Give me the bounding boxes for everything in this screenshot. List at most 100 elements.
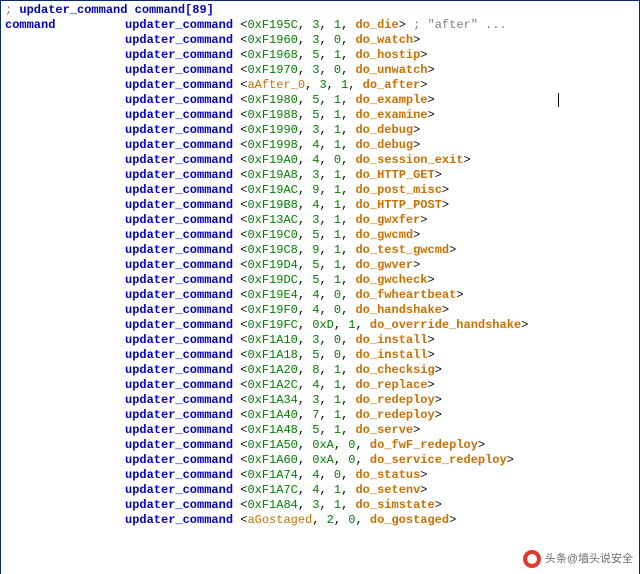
disassembly-listing[interactable]: ; updater_command command[89] commandupd… [0,0,640,574]
command-row[interactable]: updater_command <0xF1A10, 3, 0, do_insta… [5,333,635,348]
handler-function: do_redeploy [355,393,434,407]
struct-type-label: updater_command [125,198,233,212]
address-literal: 0xF19D4 [247,258,297,272]
handler-function: do_watch [355,33,413,47]
command-row[interactable]: updater_command <0xF1A18, 5, 0, do_insta… [5,348,635,363]
arg-b: 1 [334,423,341,437]
struct-type-label: updater_command [125,183,233,197]
command-row[interactable]: updater_command <0xF19E4, 4, 0, do_fwhea… [5,288,635,303]
watermark-overlay: 头条@墙头说安全 [523,550,633,568]
struct-type-label: updater_command [125,333,233,347]
address-literal: 0xF19F0 [247,303,297,317]
struct-type-label: updater_command [125,93,233,107]
handler-function: do_example [355,93,427,107]
command-row[interactable]: updater_command <0xF1980, 5, 1, do_examp… [5,93,635,108]
command-row[interactable]: updater_command <0xF19C0, 5, 1, do_gwcmd… [5,228,635,243]
handler-function: do_gwcmd [355,228,413,242]
struct-type-label: updater_command [125,303,233,317]
command-row[interactable]: updater_command <0xF1A34, 3, 1, do_redep… [5,393,635,408]
command-row[interactable]: updater_command <0xF19D4, 5, 1, do_gwver… [5,258,635,273]
text-caret [558,93,559,107]
arg-b: 0 [334,63,341,77]
struct-type-label: updater_command [125,33,233,47]
struct-type-label: updater_command [125,138,233,152]
handler-function: do_handshake [355,303,441,317]
address-literal: 0xF1990 [247,123,297,137]
arg-b: 0 [334,333,341,347]
address-literal: 0xF1A7C [247,483,297,497]
address-literal: 0xF195C [247,18,297,32]
command-row[interactable]: commandupdater_command <0xF195C, 3, 1, d… [5,18,635,33]
command-row[interactable]: updater_command <0xF1A74, 4, 0, do_statu… [5,468,635,483]
command-row[interactable]: updater_command <aAfter_0, 3, 1, do_afte… [5,78,635,93]
command-row[interactable]: updater_command <0xF1960, 3, 0, do_watch… [5,33,635,48]
arg-b: 1 [334,183,341,197]
address-literal: 0xF1970 [247,63,297,77]
handler-function: do_unwatch [355,63,427,77]
command-row[interactable]: updater_command <0xF1A84, 3, 1, do_simst… [5,498,635,513]
address-literal: 0xF1A34 [247,393,297,407]
address-literal: 0xF1A10 [247,333,297,347]
command-row[interactable]: updater_command <0xF19F0, 4, 0, do_hands… [5,303,635,318]
command-row[interactable]: updater_command <0xF13AC, 3, 1, do_gwxfe… [5,213,635,228]
command-list: commandupdater_command <0xF195C, 3, 1, d… [5,18,635,528]
struct-type-label: updater_command [125,468,233,482]
command-row[interactable]: updater_command <0xF1A20, 8, 1, do_check… [5,363,635,378]
address-literal: 0xF1A60 [247,453,297,467]
handler-function: do_HTTP_POST [355,198,441,212]
struct-type-label: updater_command [125,438,233,452]
inline-comment: ; "after" ... [406,18,507,32]
address-literal: 0xF1A50 [247,438,297,452]
handler-function: do_simstate [355,498,434,512]
command-row[interactable]: updater_command <0xF1A60, 0xA, 0, do_ser… [5,453,635,468]
command-row[interactable]: updater_command <0xF19C8, 9, 1, do_test_… [5,243,635,258]
arg-b: 0 [334,288,341,302]
handler-function: do_gwver [355,258,413,272]
command-row[interactable]: updater_command <0xF19B8, 4, 1, do_HTTP_… [5,198,635,213]
command-row[interactable]: updater_command <0xF1A48, 5, 1, do_serve… [5,423,635,438]
address-literal: 0xF1A84 [247,498,297,512]
struct-type-label: updater_command [125,78,233,92]
command-row[interactable]: updater_command <0xF1990, 3, 1, do_debug… [5,123,635,138]
address-literal: 0xF1A20 [247,363,297,377]
handler-function: do_gwcheck [355,273,427,287]
command-row[interactable]: updater_command <0xF1A2C, 4, 1, do_repla… [5,378,635,393]
command-row[interactable]: updater_command <0xF1968, 5, 1, do_hosti… [5,48,635,63]
command-row[interactable]: updater_command <0xF1988, 5, 1, do_exami… [5,108,635,123]
arg-b: 0 [334,348,341,362]
struct-type-label: updater_command [125,318,233,332]
field-label: command [5,18,55,32]
struct-type-label: updater_command [125,63,233,77]
command-row[interactable]: updater_command <0xF1998, 4, 1, do_debug… [5,138,635,153]
address-literal: 0xF19C0 [247,228,297,242]
handler-function: do_install [355,333,427,347]
command-row[interactable]: updater_command <0xF1A50, 0xA, 0, do_fwF… [5,438,635,453]
struct-type-label: updater_command [125,213,233,227]
command-row[interactable]: updater_command <0xF19A8, 3, 1, do_HTTP_… [5,168,635,183]
arg-b: 1 [334,258,341,272]
command-row[interactable]: updater_command <0xF19DC, 5, 1, do_gwche… [5,273,635,288]
handler-function: do_gostaged [370,513,449,527]
command-row[interactable]: updater_command <0xF19AC, 9, 1, do_post_… [5,183,635,198]
handler-function: do_test_gwcmd [355,243,449,257]
command-row[interactable]: updater_command <0xF1970, 3, 0, do_unwat… [5,63,635,78]
handler-function: do_hostip [355,48,420,62]
command-row[interactable]: updater_command <0xF1A40, 7, 1, do_redep… [5,408,635,423]
arg-b: 1 [334,243,341,257]
command-row[interactable]: updater_command <0xF1A7C, 4, 1, do_seten… [5,483,635,498]
struct-type-label: updater_command [125,423,233,437]
handler-function: do_redeploy [355,408,434,422]
command-row[interactable]: updater_command <0xF19FC, 0xD, 1, do_ove… [5,318,635,333]
address-literal: 0xF1A48 [247,423,297,437]
arg-b: 1 [334,198,341,212]
arg-b: 1 [334,483,341,497]
handler-function: do_service_redeploy [370,453,507,467]
address-literal: 0xF1A74 [247,468,297,482]
address-literal: 0xF19A0 [247,153,297,167]
command-row[interactable]: updater_command <0xF19A0, 4, 0, do_sessi… [5,153,635,168]
command-row[interactable]: updater_command <aGostaged, 2, 0, do_gos… [5,513,635,528]
address-literal: 0xF19E4 [247,288,297,302]
struct-type-label: updater_command [125,363,233,377]
address-literal: 0xF1A2C [247,378,297,392]
struct-type-label: updater_command [125,408,233,422]
